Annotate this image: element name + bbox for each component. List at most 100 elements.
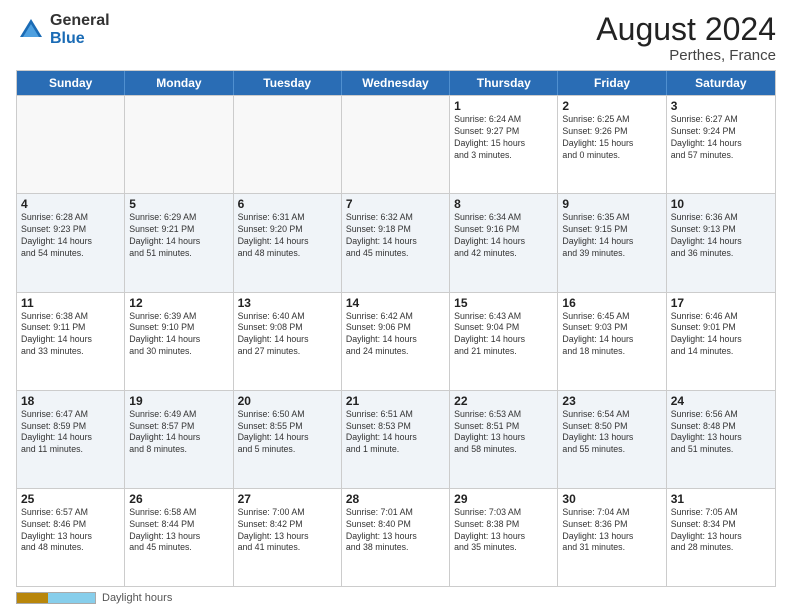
day-number: 1 bbox=[454, 99, 553, 113]
header-day-sunday: Sunday bbox=[17, 71, 125, 95]
day-cell-9: 9Sunrise: 6:35 AM Sunset: 9:15 PM Daylig… bbox=[558, 194, 666, 291]
day-cell-13: 13Sunrise: 6:40 AM Sunset: 9:08 PM Dayli… bbox=[234, 293, 342, 390]
day-cell-8: 8Sunrise: 6:34 AM Sunset: 9:16 PM Daylig… bbox=[450, 194, 558, 291]
calendar-row-0: 1Sunrise: 6:24 AM Sunset: 9:27 PM Daylig… bbox=[17, 95, 775, 193]
day-cell-14: 14Sunrise: 6:42 AM Sunset: 9:06 PM Dayli… bbox=[342, 293, 450, 390]
day-info: Sunrise: 6:40 AM Sunset: 9:08 PM Dayligh… bbox=[238, 311, 337, 359]
empty-cell bbox=[342, 96, 450, 193]
day-cell-12: 12Sunrise: 6:39 AM Sunset: 9:10 PM Dayli… bbox=[125, 293, 233, 390]
day-number: 14 bbox=[346, 296, 445, 310]
day-cell-15: 15Sunrise: 6:43 AM Sunset: 9:04 PM Dayli… bbox=[450, 293, 558, 390]
calendar-row-4: 25Sunrise: 6:57 AM Sunset: 8:46 PM Dayli… bbox=[17, 488, 775, 586]
day-number: 30 bbox=[562, 492, 661, 506]
day-info: Sunrise: 6:56 AM Sunset: 8:48 PM Dayligh… bbox=[671, 409, 771, 457]
day-cell-11: 11Sunrise: 6:38 AM Sunset: 9:11 PM Dayli… bbox=[17, 293, 125, 390]
footer: Daylight hours bbox=[16, 587, 776, 604]
day-cell-4: 4Sunrise: 6:28 AM Sunset: 9:23 PM Daylig… bbox=[17, 194, 125, 291]
day-number: 23 bbox=[562, 394, 661, 408]
day-info: Sunrise: 6:50 AM Sunset: 8:55 PM Dayligh… bbox=[238, 409, 337, 457]
day-number: 20 bbox=[238, 394, 337, 408]
month-year: August 2024 bbox=[596, 12, 776, 47]
day-cell-3: 3Sunrise: 6:27 AM Sunset: 9:24 PM Daylig… bbox=[667, 96, 775, 193]
day-cell-21: 21Sunrise: 6:51 AM Sunset: 8:53 PM Dayli… bbox=[342, 391, 450, 488]
day-info: Sunrise: 6:24 AM Sunset: 9:27 PM Dayligh… bbox=[454, 114, 553, 162]
header-day-tuesday: Tuesday bbox=[234, 71, 342, 95]
day-number: 29 bbox=[454, 492, 553, 506]
header-day-thursday: Thursday bbox=[450, 71, 558, 95]
day-info: Sunrise: 7:03 AM Sunset: 8:38 PM Dayligh… bbox=[454, 507, 553, 555]
day-info: Sunrise: 6:28 AM Sunset: 9:23 PM Dayligh… bbox=[21, 212, 120, 260]
day-number: 15 bbox=[454, 296, 553, 310]
day-info: Sunrise: 6:47 AM Sunset: 8:59 PM Dayligh… bbox=[21, 409, 120, 457]
header-day-monday: Monday bbox=[125, 71, 233, 95]
day-info: Sunrise: 6:42 AM Sunset: 9:06 PM Dayligh… bbox=[346, 311, 445, 359]
empty-cell bbox=[17, 96, 125, 193]
empty-cell bbox=[125, 96, 233, 193]
day-number: 13 bbox=[238, 296, 337, 310]
location: Perthes, France bbox=[596, 47, 776, 64]
day-info: Sunrise: 6:51 AM Sunset: 8:53 PM Dayligh… bbox=[346, 409, 445, 457]
calendar-body: 1Sunrise: 6:24 AM Sunset: 9:27 PM Daylig… bbox=[17, 95, 775, 586]
day-number: 31 bbox=[671, 492, 771, 506]
day-info: Sunrise: 7:01 AM Sunset: 8:40 PM Dayligh… bbox=[346, 507, 445, 555]
day-number: 4 bbox=[21, 197, 120, 211]
day-info: Sunrise: 6:29 AM Sunset: 9:21 PM Dayligh… bbox=[129, 212, 228, 260]
day-info: Sunrise: 6:57 AM Sunset: 8:46 PM Dayligh… bbox=[21, 507, 120, 555]
day-info: Sunrise: 6:25 AM Sunset: 9:26 PM Dayligh… bbox=[562, 114, 661, 162]
empty-cell bbox=[234, 96, 342, 193]
logo-text: General Blue bbox=[50, 12, 110, 47]
day-number: 11 bbox=[21, 296, 120, 310]
day-number: 5 bbox=[129, 197, 228, 211]
day-info: Sunrise: 6:32 AM Sunset: 9:18 PM Dayligh… bbox=[346, 212, 445, 260]
page: General Blue August 2024 Perthes, France… bbox=[0, 0, 792, 612]
day-number: 2 bbox=[562, 99, 661, 113]
day-number: 16 bbox=[562, 296, 661, 310]
day-cell-24: 24Sunrise: 6:56 AM Sunset: 8:48 PM Dayli… bbox=[667, 391, 775, 488]
calendar-row-3: 18Sunrise: 6:47 AM Sunset: 8:59 PM Dayli… bbox=[17, 390, 775, 488]
day-info: Sunrise: 6:36 AM Sunset: 9:13 PM Dayligh… bbox=[671, 212, 771, 260]
footer-label: Daylight hours bbox=[102, 592, 172, 604]
day-number: 21 bbox=[346, 394, 445, 408]
logo-general: General bbox=[50, 12, 110, 30]
title-block: August 2024 Perthes, France bbox=[596, 12, 776, 64]
day-info: Sunrise: 6:27 AM Sunset: 9:24 PM Dayligh… bbox=[671, 114, 771, 162]
calendar: SundayMondayTuesdayWednesdayThursdayFrid… bbox=[16, 70, 776, 587]
day-cell-27: 27Sunrise: 7:00 AM Sunset: 8:42 PM Dayli… bbox=[234, 489, 342, 586]
day-cell-18: 18Sunrise: 6:47 AM Sunset: 8:59 PM Dayli… bbox=[17, 391, 125, 488]
day-info: Sunrise: 7:00 AM Sunset: 8:42 PM Dayligh… bbox=[238, 507, 337, 555]
day-cell-25: 25Sunrise: 6:57 AM Sunset: 8:46 PM Dayli… bbox=[17, 489, 125, 586]
day-cell-29: 29Sunrise: 7:03 AM Sunset: 8:38 PM Dayli… bbox=[450, 489, 558, 586]
calendar-row-2: 11Sunrise: 6:38 AM Sunset: 9:11 PM Dayli… bbox=[17, 292, 775, 390]
day-number: 28 bbox=[346, 492, 445, 506]
day-cell-31: 31Sunrise: 7:05 AM Sunset: 8:34 PM Dayli… bbox=[667, 489, 775, 586]
day-info: Sunrise: 6:38 AM Sunset: 9:11 PM Dayligh… bbox=[21, 311, 120, 359]
day-number: 22 bbox=[454, 394, 553, 408]
day-number: 27 bbox=[238, 492, 337, 506]
day-cell-30: 30Sunrise: 7:04 AM Sunset: 8:36 PM Dayli… bbox=[558, 489, 666, 586]
day-number: 17 bbox=[671, 296, 771, 310]
day-number: 3 bbox=[671, 99, 771, 113]
day-cell-6: 6Sunrise: 6:31 AM Sunset: 9:20 PM Daylig… bbox=[234, 194, 342, 291]
day-number: 12 bbox=[129, 296, 228, 310]
day-cell-2: 2Sunrise: 6:25 AM Sunset: 9:26 PM Daylig… bbox=[558, 96, 666, 193]
day-number: 7 bbox=[346, 197, 445, 211]
day-info: Sunrise: 6:46 AM Sunset: 9:01 PM Dayligh… bbox=[671, 311, 771, 359]
header-day-wednesday: Wednesday bbox=[342, 71, 450, 95]
day-number: 19 bbox=[129, 394, 228, 408]
day-info: Sunrise: 6:53 AM Sunset: 8:51 PM Dayligh… bbox=[454, 409, 553, 457]
day-cell-19: 19Sunrise: 6:49 AM Sunset: 8:57 PM Dayli… bbox=[125, 391, 233, 488]
day-number: 24 bbox=[671, 394, 771, 408]
footer-bar bbox=[16, 592, 96, 604]
header-day-saturday: Saturday bbox=[667, 71, 775, 95]
day-info: Sunrise: 7:05 AM Sunset: 8:34 PM Dayligh… bbox=[671, 507, 771, 555]
day-number: 9 bbox=[562, 197, 661, 211]
day-cell-22: 22Sunrise: 6:53 AM Sunset: 8:51 PM Dayli… bbox=[450, 391, 558, 488]
day-cell-10: 10Sunrise: 6:36 AM Sunset: 9:13 PM Dayli… bbox=[667, 194, 775, 291]
day-cell-17: 17Sunrise: 6:46 AM Sunset: 9:01 PM Dayli… bbox=[667, 293, 775, 390]
day-info: Sunrise: 6:58 AM Sunset: 8:44 PM Dayligh… bbox=[129, 507, 228, 555]
day-cell-5: 5Sunrise: 6:29 AM Sunset: 9:21 PM Daylig… bbox=[125, 194, 233, 291]
day-info: Sunrise: 6:39 AM Sunset: 9:10 PM Dayligh… bbox=[129, 311, 228, 359]
day-info: Sunrise: 6:31 AM Sunset: 9:20 PM Dayligh… bbox=[238, 212, 337, 260]
day-cell-23: 23Sunrise: 6:54 AM Sunset: 8:50 PM Dayli… bbox=[558, 391, 666, 488]
header-day-friday: Friday bbox=[558, 71, 666, 95]
